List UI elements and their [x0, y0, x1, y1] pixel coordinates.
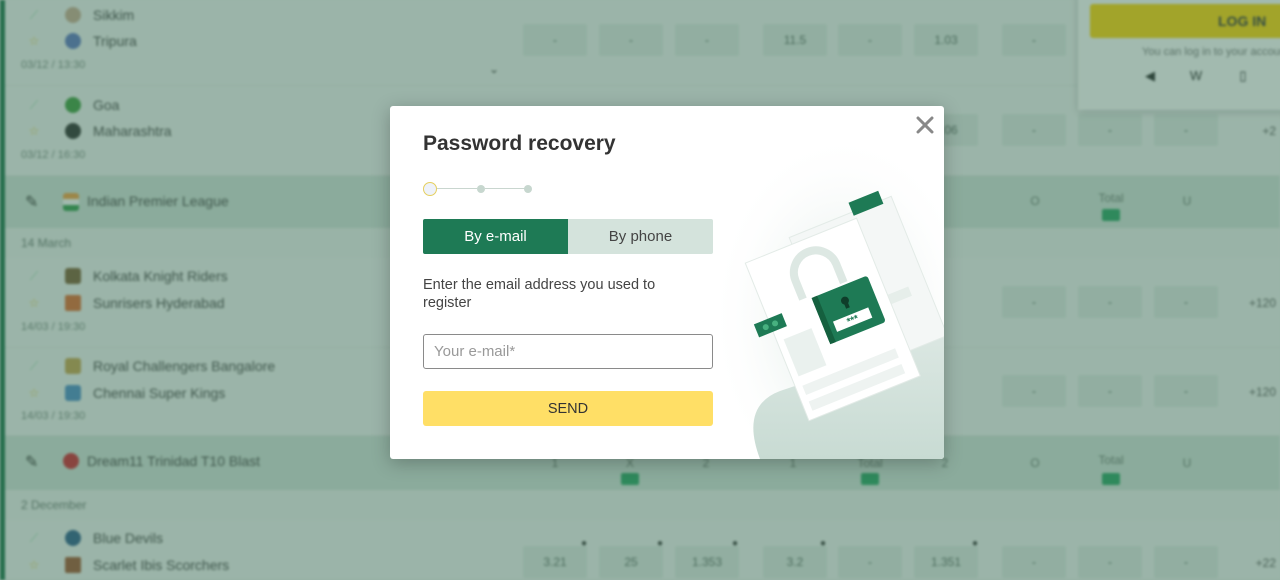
step-3 [524, 185, 532, 193]
tab-by-phone[interactable]: By phone [568, 219, 713, 254]
password-recovery-modal: Password recovery By e-mail By phone Ent… [390, 106, 944, 459]
step-connector [437, 188, 477, 189]
tab-by-email[interactable]: By e-mail [423, 219, 568, 254]
modal-title: Password recovery [423, 132, 616, 155]
step-indicator [423, 182, 533, 196]
step-connector [485, 188, 525, 189]
instruction-text: Enter the email address you used to regi… [423, 277, 656, 311]
recovery-method-tabs: By e-mail By phone [423, 219, 713, 254]
lock-illustration: *** [720, 146, 944, 459]
email-input[interactable] [423, 334, 713, 369]
step-2 [477, 185, 485, 193]
send-button[interactable]: SEND [423, 391, 713, 426]
step-1-active [423, 182, 437, 196]
